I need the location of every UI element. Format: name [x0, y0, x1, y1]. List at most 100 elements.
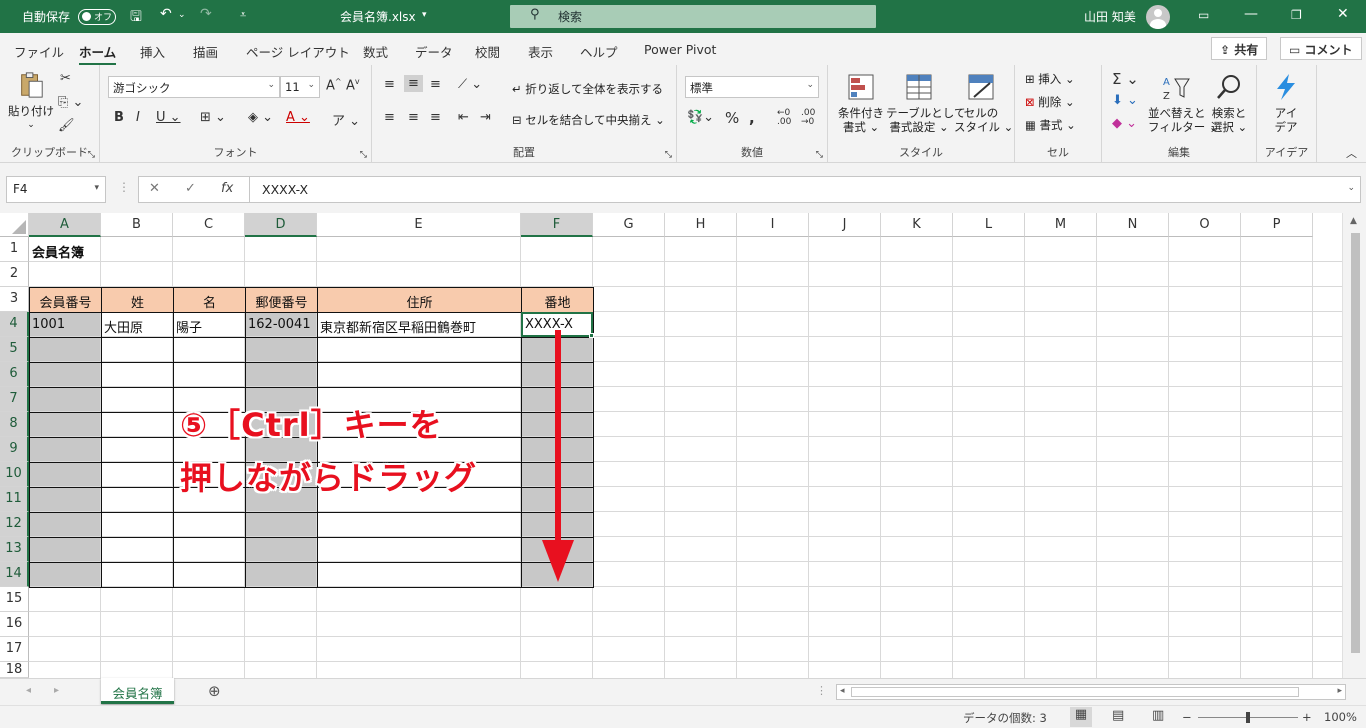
column-header-f[interactable]: F — [521, 213, 593, 237]
row-header-14[interactable]: 14 — [0, 562, 29, 587]
save-icon[interactable]: 🖫 — [130, 6, 142, 30]
row-header-11[interactable]: 11 — [0, 487, 29, 512]
merge-center-button[interactable]: ⊟ セルを結合して中央揃え ⌄ — [512, 112, 665, 128]
font-launcher-icon[interactable]: ⤡ — [360, 150, 367, 160]
row-header-10[interactable]: 10 — [0, 462, 29, 487]
row-header-9[interactable]: 9 — [0, 437, 29, 462]
delete-cells-button[interactable]: ⊠ 削除 ⌄ — [1025, 94, 1075, 110]
column-header-j[interactable]: J — [809, 213, 881, 237]
fill-icon[interactable]: ⬇ ⌄ — [1112, 93, 1138, 108]
tab-data[interactable]: データ — [415, 42, 453, 61]
decrease-font-icon[interactable]: Av — [346, 77, 360, 93]
select-all-corner[interactable] — [0, 213, 29, 237]
find-select-button[interactable]: 検索と 選択 ⌄ — [1206, 73, 1252, 134]
row-header-17[interactable]: 17 — [0, 637, 29, 662]
orientation-icon[interactable]: ⟋ ⌄ — [458, 77, 482, 92]
tab-view[interactable]: 表示 — [528, 42, 553, 61]
row-header-18[interactable]: 18 — [0, 662, 29, 678]
cut-icon[interactable]: ✂ — [60, 71, 71, 86]
column-header-b[interactable]: B — [101, 213, 173, 237]
tab-formulas[interactable]: 数式 — [363, 42, 388, 61]
data-cell-r4-2[interactable]: 大田原 — [101, 312, 173, 337]
align-right-icon[interactable]: ≡ — [430, 110, 441, 125]
font-name-select[interactable]: 游ゴシック ⌄ — [108, 76, 280, 98]
scroll-up-icon[interactable]: ▲ — [1350, 216, 1357, 226]
accounting-format-icon[interactable]: 💱⌄ — [687, 110, 714, 125]
row-header-13[interactable]: 13 — [0, 537, 29, 562]
comma-icon[interactable]: , — [749, 109, 755, 127]
row-header-7[interactable]: 7 — [0, 387, 29, 412]
scroll-right-icon[interactable]: ▸ — [1337, 686, 1342, 696]
vertical-scrollbar[interactable]: ▲ — [1342, 213, 1366, 678]
column-header-m[interactable]: M — [1025, 213, 1097, 237]
font-color-icon[interactable]: A ⌄ — [286, 110, 310, 125]
decrease-indent-icon[interactable]: ⇤ — [458, 110, 469, 125]
bold-icon[interactable]: B — [114, 110, 124, 125]
row-header-5[interactable]: 5 — [0, 337, 29, 362]
percent-icon[interactable]: % — [725, 109, 739, 127]
tab-home[interactable]: ホーム — [79, 42, 117, 66]
insert-function-icon[interactable]: fx — [221, 181, 233, 196]
row-header-1[interactable]: 1 — [0, 237, 29, 262]
tab-help[interactable]: ヘルプ — [580, 42, 618, 61]
row-header-12[interactable]: 12 — [0, 512, 29, 537]
column-header-d[interactable]: D — [245, 213, 317, 237]
row-header-2[interactable]: 2 — [0, 262, 29, 287]
align-middle-icon[interactable]: ≡ — [404, 75, 423, 92]
column-header-h[interactable]: H — [665, 213, 737, 237]
customize-qat-icon[interactable]: ⩡ — [240, 8, 246, 22]
new-sheet-icon[interactable]: ⊕ — [208, 682, 221, 700]
page-layout-view-icon[interactable]: ▤ — [1112, 708, 1124, 723]
page-break-view-icon[interactable]: ▥ — [1152, 708, 1164, 723]
underline-icon[interactable]: U ⌄ — [156, 110, 181, 125]
data-cell-r4-5[interactable]: 東京都新宿区早稲田鶴巻町 — [317, 312, 521, 337]
increase-decimal-icon[interactable]: ←0.00 — [777, 109, 791, 127]
column-header-n[interactable]: N — [1097, 213, 1169, 237]
format-painter-icon[interactable]: 🖌 — [58, 118, 75, 133]
tab-page-layout[interactable]: ページ レイアウト — [246, 42, 350, 61]
scroll-left-icon[interactable]: ◂ — [840, 686, 845, 696]
column-header-c[interactable]: C — [173, 213, 245, 237]
column-header-l[interactable]: L — [953, 213, 1025, 237]
autosum-icon[interactable]: Σ ⌄ — [1112, 70, 1139, 88]
number-format-select[interactable]: 標準 ⌄ — [685, 76, 819, 98]
filename-dropdown-icon[interactable]: ▾ — [422, 10, 427, 20]
column-header-g[interactable]: G — [593, 213, 665, 237]
user-name[interactable]: 山田 知美 — [1084, 8, 1136, 25]
ideas-button[interactable]: アイ デア — [1263, 73, 1309, 134]
row-header-6[interactable]: 6 — [0, 362, 29, 387]
column-header-k[interactable]: K — [881, 213, 953, 237]
redo-icon[interactable]: ↷ — [200, 6, 212, 22]
next-sheet-icon[interactable]: ▸ — [54, 685, 59, 696]
formula-bar-grip-icon[interactable]: ⋮ — [118, 180, 130, 194]
avatar[interactable] — [1146, 5, 1170, 29]
column-header-a[interactable]: A — [29, 213, 101, 237]
zoom-slider-handle[interactable] — [1246, 712, 1250, 723]
undo-dropdown-icon[interactable]: ⌄ — [178, 10, 186, 20]
autosave-toggle[interactable]: オフ — [78, 9, 116, 25]
formula-input[interactable]: XXXX-X ⌄ — [250, 176, 1361, 203]
undo-icon[interactable]: ↶ — [160, 6, 172, 22]
borders-icon[interactable]: ⊞ ⌄ — [200, 110, 226, 125]
share-button[interactable]: ⇪ 共有 — [1211, 37, 1268, 60]
align-bottom-icon[interactable]: ≡ — [430, 77, 441, 92]
phonetic-icon[interactable]: ア ⌄ — [332, 110, 360, 129]
close-icon[interactable]: ✕ — [1337, 6, 1349, 22]
clear-icon[interactable]: ◆ ⌄ — [1112, 116, 1137, 131]
align-left-icon[interactable]: ≡ — [384, 110, 395, 125]
enter-icon[interactable]: ✓ — [185, 181, 196, 196]
data-cell-r4-1[interactable]: 1001 — [29, 312, 101, 337]
conditional-formatting-button[interactable]: 条件付き 書式 ⌄ — [836, 73, 886, 134]
sheet-tab-active[interactable]: 会員名簿 — [101, 678, 174, 704]
row-header-8[interactable]: 8 — [0, 412, 29, 437]
tab-review[interactable]: 校閲 — [475, 42, 500, 61]
row-header-16[interactable]: 16 — [0, 612, 29, 637]
zoom-out-icon[interactable]: − — [1182, 710, 1192, 724]
row-header-3[interactable]: 3 — [0, 287, 29, 312]
zoom-level[interactable]: 100% — [1324, 710, 1357, 724]
fill-handle[interactable] — [589, 333, 594, 338]
italic-icon[interactable]: I — [136, 110, 140, 125]
prev-sheet-icon[interactable]: ◂ — [26, 685, 31, 696]
increase-font-icon[interactable]: A^ — [326, 77, 342, 93]
data-cell-r4-4[interactable]: 162-0041 — [245, 312, 317, 337]
